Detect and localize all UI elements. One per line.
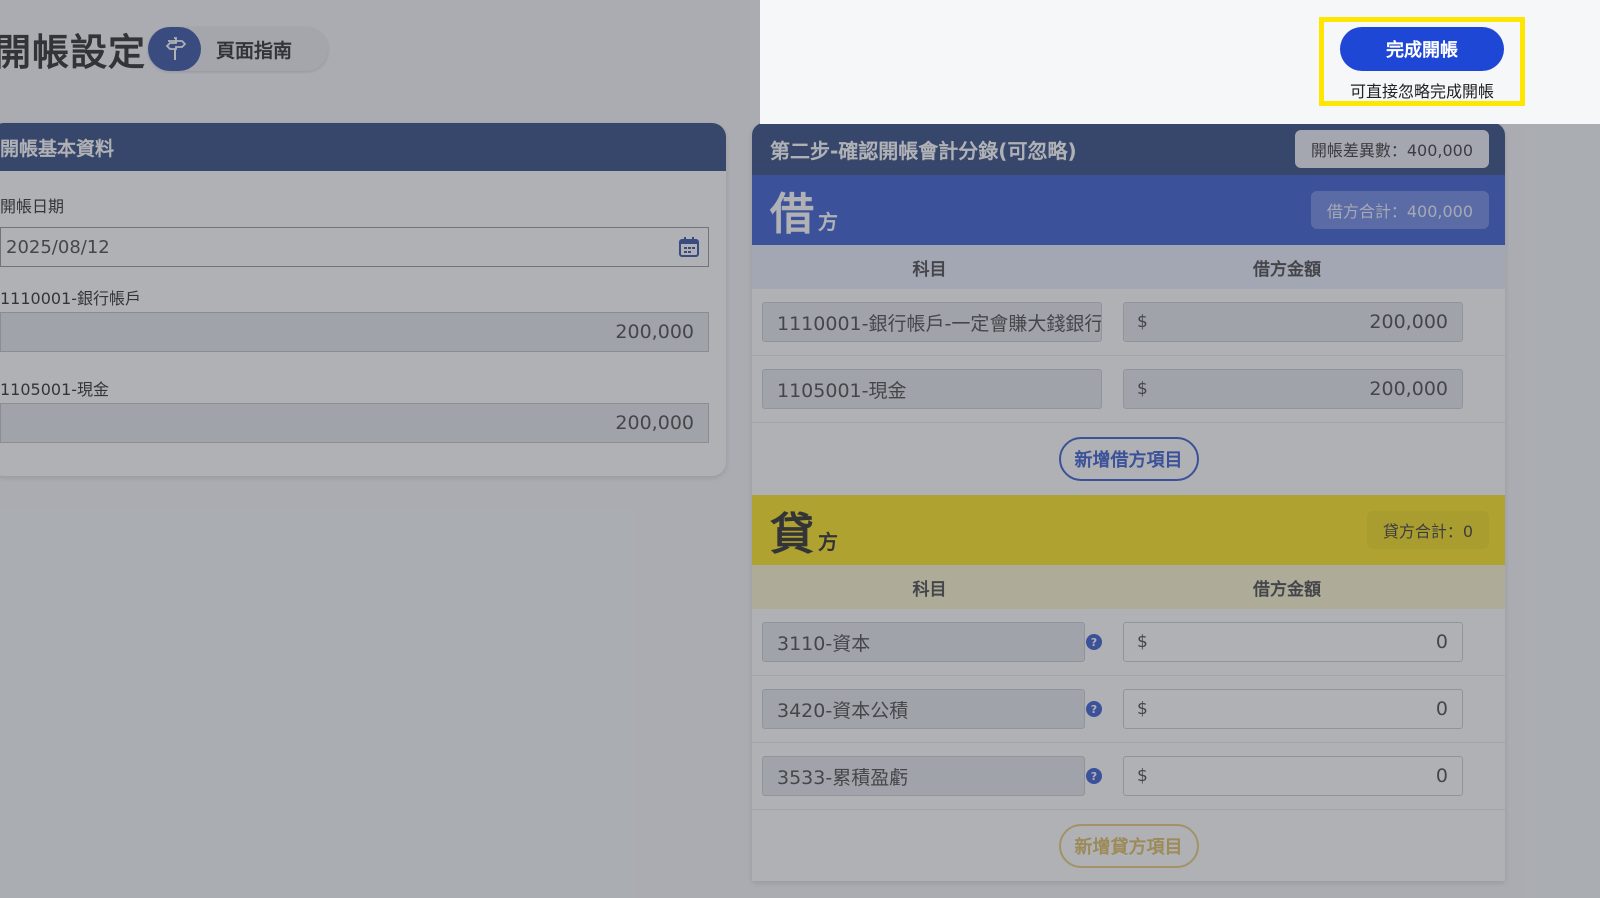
finish-opening-button[interactable]: 完成開帳 [1340, 27, 1504, 71]
tour-overlay-left[interactable] [0, 0, 760, 898]
tour-overlay-bottom[interactable] [760, 124, 1600, 898]
finish-hint-text: 可直接忽略完成開帳 [1349, 82, 1494, 101]
